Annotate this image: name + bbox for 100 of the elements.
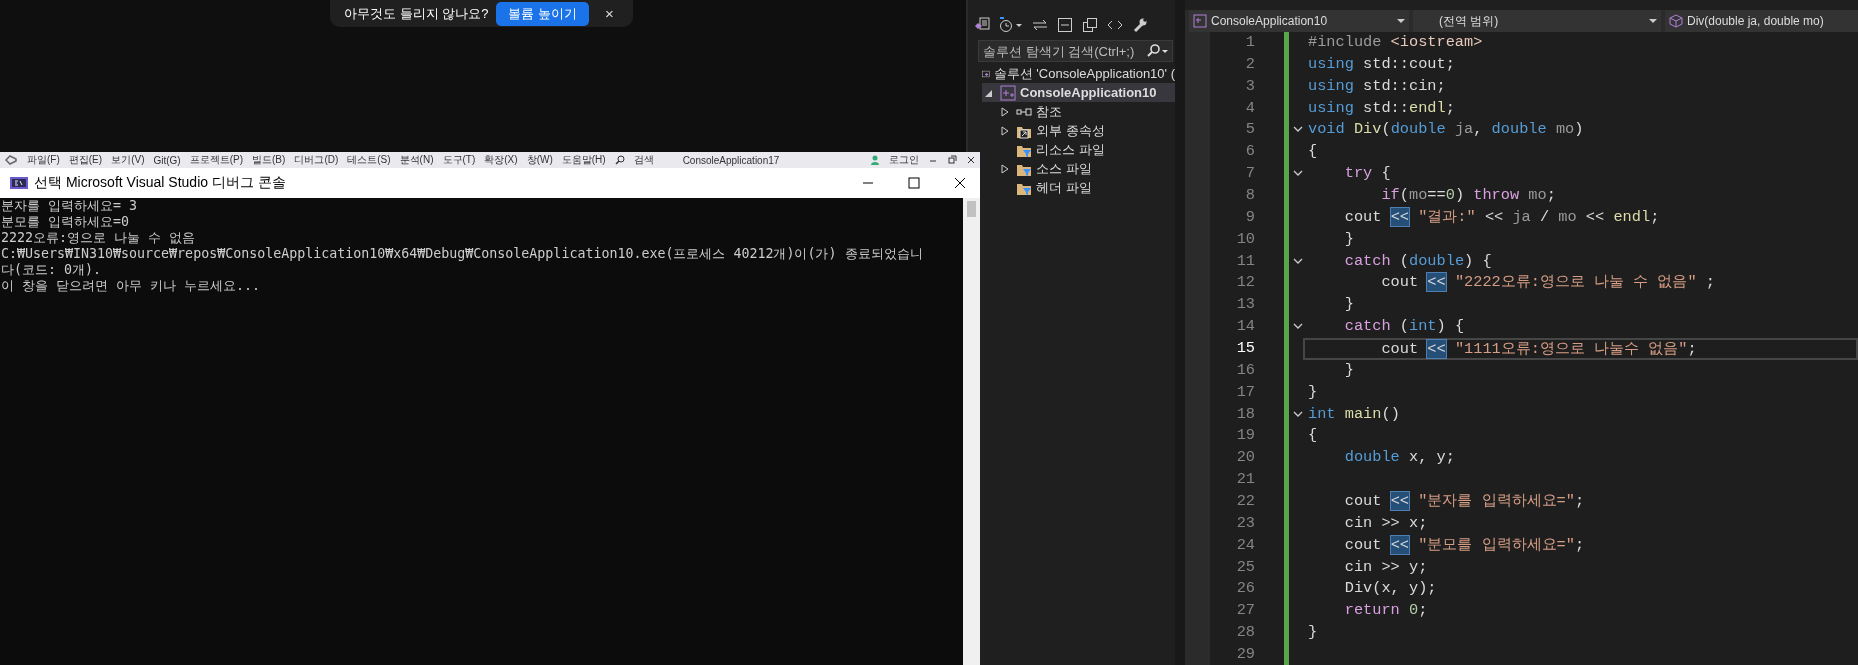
line-number: 17 (1235, 381, 1255, 403)
menu-item[interactable]: 도구(T) (442, 153, 476, 167)
line-number: 10 (1235, 228, 1255, 250)
menu-item[interactable]: 분석(N) (399, 153, 434, 167)
tree-item[interactable]: 헤더 파일 (982, 178, 1175, 197)
code-line: cout << "분자를 입력하세요="; (1343, 491, 1586, 513)
line-number: 27 (1235, 600, 1255, 622)
code-line: double x, y; (1343, 447, 1456, 469)
sync-icon[interactable] (1032, 17, 1048, 33)
code-line: int main() (1307, 403, 1401, 425)
tree-item[interactable]: 리소스 파일 (982, 140, 1175, 159)
chevron-icon[interactable] (1292, 410, 1303, 419)
code-line: Div(x, y); (1343, 578, 1438, 600)
tree-item[interactable]: 참조 (982, 102, 1175, 121)
code-line: if(mo==0) throw mo; (1380, 185, 1557, 206)
volume-up-button[interactable]: 볼륨 높이기 (496, 1, 590, 26)
close-icon (954, 177, 966, 189)
code-line: cin >> y; (1343, 556, 1429, 578)
line-number: 22 (1235, 491, 1255, 513)
line-number: 3 (1244, 75, 1255, 97)
tree-item[interactable]: ConsoleApplication10 (982, 83, 1175, 102)
menu-item[interactable]: 테스트(S) (347, 153, 391, 167)
code-line: using std::cin; (1307, 75, 1447, 97)
code-line: } (1307, 381, 1319, 403)
menu-item[interactable]: 프로젝트(P) (189, 153, 244, 167)
line-number: 12 (1235, 272, 1255, 294)
line-number: 28 (1235, 622, 1255, 644)
menu-item[interactable]: 디버그(D) (294, 153, 339, 167)
solution-name: ConsoleApplication17 (682, 154, 780, 166)
line-number: 18 (1235, 403, 1255, 425)
menu-item[interactable]: 편집(E) (68, 153, 103, 167)
maximize-icon (908, 177, 920, 189)
code-line: } (1307, 622, 1319, 644)
menu-item[interactable]: 보기(V) (111, 153, 145, 167)
tree-item[interactable]: 솔루션 'ConsoleApplication10' ( (982, 64, 1175, 83)
search-field[interactable]: 솔루션 탐색기 검색(Ctrl+;) (978, 40, 1173, 62)
window-title: 선택 Microsoft Visual Studio 디버그 콘솔 (34, 174, 287, 192)
line-number: 25 (1235, 556, 1255, 578)
code-line: { (1307, 141, 1319, 163)
solution-view-icon[interactable] (974, 17, 990, 33)
console-line: 이 창을 닫으려면 아무 키나 누르세요... (1, 278, 261, 294)
scrollbar[interactable] (963, 198, 980, 665)
close-icon[interactable] (966, 155, 976, 165)
line-number: 21 (1235, 469, 1255, 491)
chevron-icon[interactable] (1292, 257, 1303, 266)
tree-item[interactable]: 소스 파일 (982, 159, 1175, 178)
code-line: catch (double) { (1343, 250, 1493, 272)
collapsed-arrow-icon[interactable] (1000, 163, 1010, 174)
line-number: 1 (1244, 32, 1255, 53)
line-number: 26 (1235, 578, 1255, 600)
line-number: 16 (1235, 359, 1255, 381)
console-line: C:₩Users₩IN310₩source₩repos₩ConsoleApplication10₩x64₩Debug₩ConsoleApplication10.exe(프로세스 40212개)이(가) 종료되었습니 (1, 246, 923, 262)
project-icon (1000, 84, 1016, 101)
copy-icon[interactable] (1082, 17, 1098, 33)
code-line: { (1307, 425, 1319, 447)
menu-item[interactable]: Git(G) (153, 154, 181, 166)
close-button[interactable]: × (605, 5, 614, 22)
console-app-icon (10, 176, 28, 190)
line-number: 15 (1235, 338, 1255, 360)
menu-item[interactable]: 파일(F) (27, 153, 60, 167)
member-dropdown[interactable]: Div(double ja, double mo) (1665, 10, 1858, 32)
project-dropdown[interactable]: ConsoleApplication10 (1189, 10, 1409, 32)
console-line: 다(코드: 0개). (1, 262, 102, 278)
code-line: cout << "2222오류:영으로 나눌 수 없음" ; (1380, 272, 1717, 294)
login-link[interactable]: 로그인 (889, 153, 919, 167)
menu-item[interactable]: 도움말(H) (561, 153, 606, 167)
line-number: 7 (1244, 163, 1255, 185)
collapsed-arrow-icon[interactable] (1000, 125, 1010, 136)
menu-item[interactable]: 확장(X) (484, 153, 518, 167)
line-number: 4 (1244, 97, 1255, 119)
line-number: 29 (1235, 644, 1255, 665)
restore-icon[interactable] (947, 155, 957, 165)
line-number: 24 (1235, 534, 1255, 556)
line-number: 8 (1244, 185, 1255, 206)
code-line: } (1343, 359, 1355, 381)
clock-icon[interactable] (999, 17, 1023, 33)
search-icon[interactable] (614, 155, 625, 165)
code-line: } (1343, 228, 1355, 250)
line-number: 11 (1235, 250, 1255, 272)
search-icon[interactable] (1146, 44, 1168, 58)
code-line: try { (1343, 163, 1392, 185)
code-line: #include <iostream> (1307, 32, 1484, 53)
code-line: using std::cout; (1307, 53, 1456, 75)
tree-item[interactable]: 외부 종속성 (982, 121, 1175, 140)
code-line: return 0; (1343, 600, 1429, 622)
code-line: cout << "분모를 입력하세요="; (1343, 534, 1586, 556)
collapsed-arrow-icon[interactable] (1000, 106, 1010, 117)
line-number: 14 (1235, 316, 1255, 338)
code-line: cin >> x; (1343, 512, 1429, 534)
menu-item[interactable]: 창(W) (526, 153, 553, 167)
code-line: using std::endl; (1307, 97, 1456, 119)
menu-item[interactable]: 빌드(B) (252, 153, 286, 167)
search-label[interactable]: 검색 (633, 153, 654, 167)
console-line: 분모를 입력하세요=0 (1, 214, 130, 230)
scope-dropdown[interactable]: (전역 범위) (1413, 10, 1661, 32)
line-number: 6 (1244, 141, 1255, 163)
cube-icon (1669, 14, 1683, 28)
collapse-icon[interactable] (1057, 17, 1073, 33)
wrench-icon[interactable] (1132, 17, 1148, 33)
console-line: 분자를 입력하세요= 3 (1, 198, 138, 214)
